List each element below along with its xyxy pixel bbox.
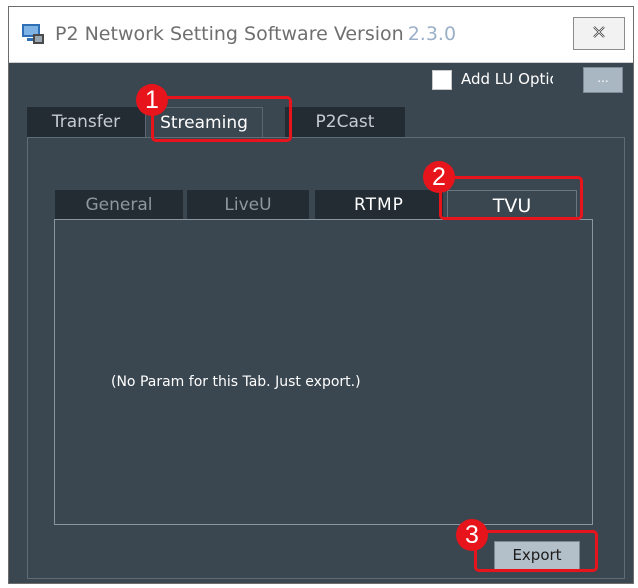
title-bar: P2 Network Setting Software Version 2.3.0 <box>9 7 633 63</box>
annotation-highlight-streaming <box>151 96 292 142</box>
annotation-badge-1: 1 <box>136 84 168 116</box>
tvu-panel: (No Param for this Tab. Just export.) <box>54 219 593 525</box>
tab-general[interactable]: General <box>55 190 183 219</box>
annotation-highlight-tvu <box>439 176 583 220</box>
add-lu-option-checkbox[interactable] <box>432 70 452 90</box>
tab-rtmp[interactable]: RTMP <box>315 190 443 219</box>
client-area: Add LU Option ... Transfer Streaming P2C… <box>9 63 633 583</box>
annotation-highlight-export <box>474 530 598 572</box>
window-version: 2.3.0 <box>407 23 457 45</box>
add-lu-option-browse-button[interactable]: ... <box>583 67 623 93</box>
tab-transfer[interactable]: Transfer <box>27 107 145 137</box>
add-lu-option-label: Add LU Option <box>461 70 553 88</box>
window-title: P2 Network Setting Software Version 2.3.0 <box>55 23 457 45</box>
tab-p2cast[interactable]: P2Cast <box>285 107 405 137</box>
annotation-badge-2: 2 <box>423 161 455 193</box>
close-button[interactable] <box>573 17 625 50</box>
close-icon <box>592 24 606 43</box>
app-network-icon <box>21 22 45 46</box>
no-param-message: (No Param for this Tab. Just export.) <box>111 374 361 390</box>
tab-liveu[interactable]: LiveU <box>187 190 309 219</box>
annotation-badge-3: 3 <box>456 519 488 551</box>
app-window: P2 Network Setting Software Version 2.3.0… <box>8 6 634 584</box>
